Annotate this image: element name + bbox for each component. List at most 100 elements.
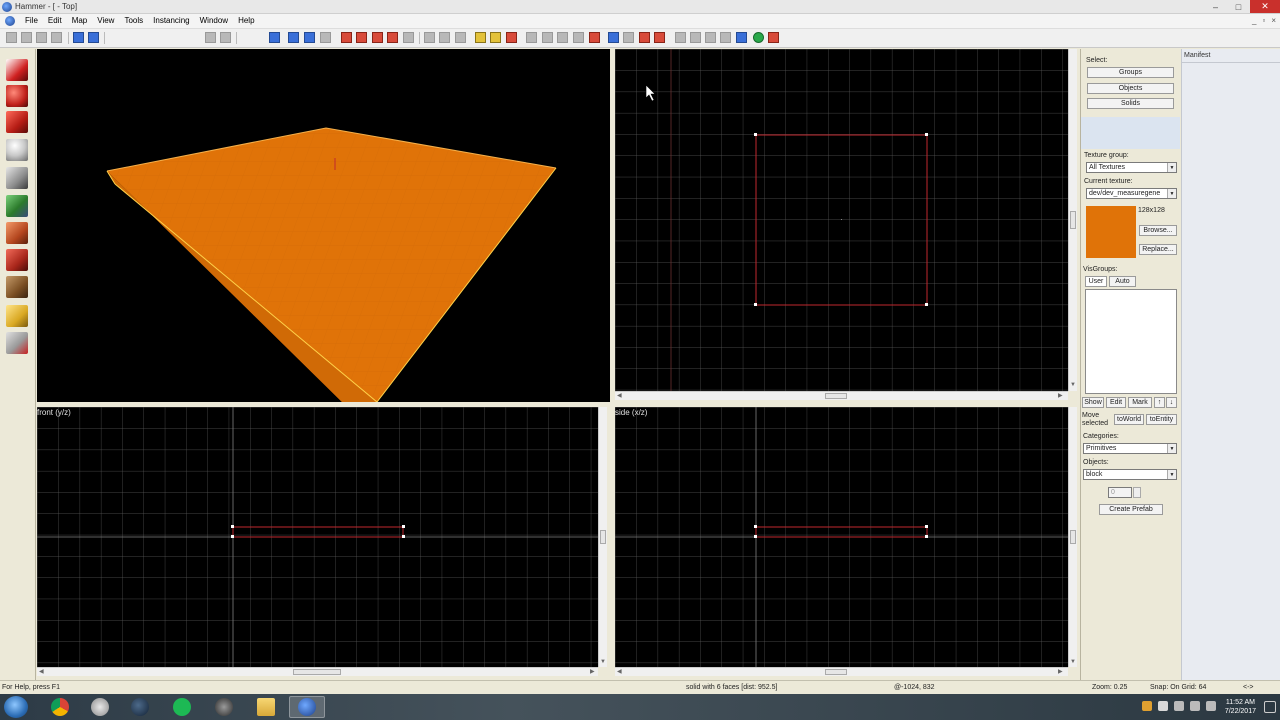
move-up-button[interactable]: ↑ [1154, 397, 1165, 408]
paste-special-icon[interactable] [387, 32, 398, 43]
create-prefab-button[interactable]: Create Prefab [1099, 504, 1163, 515]
browse-button[interactable]: Browse... [1139, 225, 1177, 236]
transform-icon[interactable] [654, 32, 665, 43]
side-vscroll[interactable]: ▼ [1068, 407, 1077, 667]
side-hscroll[interactable]: ◀ ▶ [615, 667, 1068, 676]
network-icon[interactable] [1190, 701, 1200, 711]
run-icon[interactable] [753, 32, 764, 43]
hollow-icon[interactable] [475, 32, 486, 43]
cordon-icon[interactable] [675, 32, 686, 43]
front-viewport-label[interactable]: front (y/z) [37, 408, 71, 417]
front-viewport[interactable]: front (y/z) [37, 407, 598, 667]
front-hscroll-thumb[interactable] [293, 669, 341, 675]
clock[interactable]: 11:52 AM 7/22/2017 [1225, 698, 1256, 716]
compile-icon[interactable] [768, 32, 779, 43]
side-hscroll-thumb[interactable] [825, 669, 847, 675]
apply-texture-tool-icon[interactable] [6, 222, 28, 244]
delete-icon[interactable] [403, 32, 414, 43]
taskbar-hammer[interactable] [289, 696, 325, 718]
collapse-icon[interactable] [736, 32, 747, 43]
camera-viewport[interactable] [37, 49, 610, 402]
group-icon[interactable] [88, 32, 99, 43]
clipboard-icon[interactable] [455, 32, 466, 43]
radius-culling-icon[interactable] [690, 32, 701, 43]
maximize-button[interactable]: □ [1227, 0, 1250, 13]
make-hollow-icon[interactable] [490, 32, 501, 43]
taskbar-source[interactable] [206, 696, 242, 718]
show-all-icon[interactable] [304, 32, 315, 43]
mdi-restore-button[interactable]: ▫ [1262, 16, 1265, 25]
start-button[interactable] [4, 696, 28, 718]
magnify-tool-icon[interactable] [6, 85, 28, 107]
menu-edit[interactable]: Edit [43, 16, 67, 25]
taskbar-explorer[interactable] [248, 696, 284, 718]
align-icon[interactable] [542, 32, 553, 43]
select-solids-button[interactable]: Solids [1087, 98, 1174, 109]
current-texture-select[interactable]: dev/dev_measuregene ▼ [1086, 188, 1177, 199]
notification-icon[interactable] [1264, 701, 1276, 713]
flip-icon[interactable] [557, 32, 568, 43]
overlay-tool-icon[interactable] [6, 276, 28, 298]
mdi-close-button[interactable]: × [1271, 16, 1276, 25]
horizontal-splitter[interactable] [37, 402, 1077, 407]
paste-icon[interactable] [372, 32, 383, 43]
document-icon[interactable] [5, 16, 15, 26]
taskbar-steam[interactable] [122, 696, 158, 718]
menu-map[interactable]: Map [67, 16, 93, 25]
selection-tool-icon[interactable] [6, 59, 28, 81]
clip-tool-icon[interactable] [6, 305, 28, 327]
select-objects-button[interactable]: Objects [1087, 83, 1174, 94]
grid-toggle-icon[interactable] [6, 32, 17, 43]
block-tool-icon[interactable] [6, 167, 28, 189]
visgroup-tab-user[interactable]: User [1085, 276, 1107, 287]
categories-select[interactable]: Primitives ▼ [1083, 443, 1177, 454]
taskbar-chrome[interactable] [42, 696, 78, 718]
entity-tool-icon[interactable] [6, 139, 28, 161]
scissors-icon[interactable] [424, 32, 435, 43]
menu-instancing[interactable]: Instancing [148, 16, 194, 25]
texture-preview[interactable] [1086, 206, 1136, 258]
menu-view[interactable]: View [92, 16, 119, 25]
visgroup-mark-button[interactable]: Mark [1128, 397, 1152, 408]
menu-file[interactable]: File [20, 16, 43, 25]
to-world-button[interactable]: toWorld [1114, 414, 1144, 425]
vertical-splitter[interactable] [610, 49, 615, 680]
side-viewport[interactable]: side (x/z) [615, 407, 1068, 667]
instance-icon[interactable] [705, 32, 716, 43]
entity-report-icon[interactable] [608, 32, 619, 43]
front-vscroll-thumb[interactable] [600, 530, 606, 544]
stepper-arrows-icon[interactable] [1133, 487, 1141, 498]
side-vscroll-thumb[interactable] [1070, 530, 1076, 544]
top-vscroll[interactable]: ▼ [1068, 49, 1077, 391]
visgroup-edit-button[interactable]: Edit [1106, 397, 1126, 408]
texture-lock-icon[interactable] [320, 32, 331, 43]
menu-window[interactable]: Window [195, 16, 233, 25]
copy-icon[interactable] [356, 32, 367, 43]
duplicate-icon[interactable] [439, 32, 450, 43]
visgroup-list[interactable] [1085, 289, 1177, 394]
grid-increase-icon[interactable] [36, 32, 47, 43]
tray-app-icon[interactable] [1142, 701, 1152, 711]
front-hscroll[interactable]: ◀ ▶ [37, 667, 598, 676]
front-vscroll[interactable]: ▼ [598, 407, 607, 667]
run-map-icon[interactable] [589, 32, 600, 43]
tray-flag-icon[interactable] [1158, 701, 1168, 711]
map-info-icon[interactable] [639, 32, 650, 43]
texture-app-tool-icon[interactable] [6, 195, 28, 217]
redo-icon[interactable] [220, 32, 231, 43]
decal-tool-icon[interactable] [6, 249, 28, 271]
carve-icon[interactable] [73, 32, 84, 43]
visgroup-show-button[interactable]: Show [1082, 397, 1104, 408]
rotate-icon[interactable] [573, 32, 584, 43]
camera-tool-icon[interactable] [6, 111, 28, 133]
close-button[interactable]: ✕ [1250, 0, 1280, 13]
objects-select[interactable]: block ▼ [1083, 469, 1177, 480]
minimize-button[interactable]: – [1204, 0, 1227, 13]
top-hscroll[interactable]: ◀ ▶ [615, 391, 1068, 400]
mdi-minimize-button[interactable]: _ [1252, 16, 1256, 25]
menu-tools[interactable]: Tools [119, 16, 148, 25]
hide-items-icon[interactable] [720, 32, 731, 43]
monitor-icon[interactable] [1206, 701, 1216, 711]
vertex-tool-icon[interactable] [6, 332, 28, 354]
grid-3d-icon[interactable] [51, 32, 62, 43]
